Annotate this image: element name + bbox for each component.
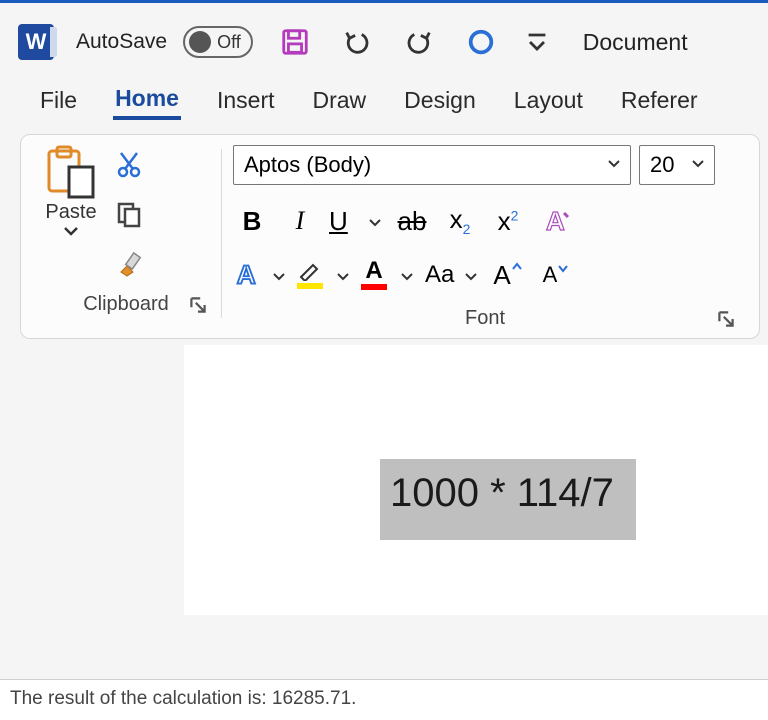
autosave-label: AutoSave bbox=[76, 30, 167, 54]
dialog-launcher-icon bbox=[715, 308, 737, 330]
italic-button[interactable]: I bbox=[281, 203, 319, 239]
font-name-combo[interactable]: Aptos (Body) bbox=[233, 145, 631, 185]
undo-button[interactable] bbox=[337, 22, 377, 62]
tab-draw[interactable]: Draw bbox=[311, 83, 369, 118]
svg-text:A: A bbox=[546, 206, 565, 236]
underline-icon: U bbox=[329, 206, 348, 237]
shrink-font-icon: A bbox=[543, 262, 570, 288]
strikethrough-button[interactable]: ab bbox=[393, 203, 431, 239]
outline-a-icon: A bbox=[233, 260, 263, 290]
shrink-font-button[interactable]: A bbox=[537, 257, 575, 293]
grow-font-button[interactable]: A bbox=[489, 257, 527, 293]
bold-icon: B bbox=[243, 206, 262, 237]
ribbon: Paste bbox=[20, 134, 760, 339]
outline-text-button[interactable]: A bbox=[233, 257, 287, 293]
save-button[interactable] bbox=[275, 22, 315, 62]
change-case-icon: Aa bbox=[425, 261, 454, 289]
paste-button[interactable] bbox=[43, 145, 99, 199]
font-color-button[interactable]: A bbox=[361, 257, 415, 293]
undo-icon bbox=[342, 27, 372, 57]
word-app-initial: W bbox=[26, 29, 47, 55]
tab-file[interactable]: File bbox=[38, 83, 79, 118]
chevron-down-bar-icon bbox=[523, 27, 551, 57]
chevron-down-icon bbox=[62, 224, 80, 238]
word-app-icon: W bbox=[18, 24, 54, 60]
font-launcher[interactable] bbox=[715, 308, 737, 330]
underline-button[interactable]: U bbox=[329, 203, 383, 239]
dialog-launcher-icon bbox=[187, 294, 209, 316]
chevron-down-icon bbox=[271, 260, 287, 291]
tab-home[interactable]: Home bbox=[113, 81, 181, 120]
tab-design[interactable]: Design bbox=[402, 83, 478, 118]
change-case-button[interactable]: Aa bbox=[425, 257, 479, 293]
chevron-down-icon bbox=[399, 260, 415, 291]
clipboard-paste-icon bbox=[43, 145, 99, 199]
superscript-button[interactable]: x2 bbox=[489, 203, 527, 239]
autosave-toggle[interactable]: Off bbox=[183, 26, 253, 58]
coach-button[interactable] bbox=[461, 22, 501, 62]
chevron-down-icon bbox=[335, 260, 351, 291]
bold-button[interactable]: B bbox=[233, 203, 271, 239]
grow-font-icon: A bbox=[493, 260, 522, 291]
page-gutter bbox=[0, 345, 184, 615]
qat-customize-button[interactable] bbox=[523, 22, 551, 62]
redo-button[interactable] bbox=[399, 22, 439, 62]
tab-insert[interactable]: Insert bbox=[215, 83, 277, 118]
format-painter-button[interactable] bbox=[111, 249, 147, 279]
copy-icon bbox=[115, 200, 143, 228]
clipboard-group-label: Clipboard bbox=[83, 293, 169, 316]
chevron-down-icon bbox=[463, 260, 479, 291]
ribbon-tabs: File Home Insert Draw Design Layout Refe… bbox=[0, 81, 768, 134]
font-size-dropdown-icon bbox=[690, 151, 706, 177]
tab-layout[interactable]: Layout bbox=[512, 83, 585, 118]
strikethrough-icon: ab bbox=[398, 206, 427, 237]
font-name-dropdown-icon bbox=[606, 151, 622, 177]
superscript-icon: x2 bbox=[498, 206, 519, 237]
clipboard-launcher[interactable] bbox=[187, 294, 209, 316]
text-effects-button[interactable]: A bbox=[537, 203, 575, 239]
status-text: The result of the calculation is: 16285.… bbox=[10, 688, 356, 709]
tab-references[interactable]: Referer bbox=[619, 83, 700, 118]
group-font: Aptos (Body) 20 B I U ab x2 bbox=[221, 145, 749, 336]
status-bar: The result of the calculation is: 16285.… bbox=[0, 679, 768, 720]
autosave-state: Off bbox=[217, 32, 241, 53]
highlight-button[interactable] bbox=[297, 257, 351, 293]
document-area: 1000 * 114/7 bbox=[0, 345, 768, 615]
chevron-down-icon bbox=[367, 206, 383, 237]
paintbrush-icon bbox=[115, 250, 143, 278]
font-color-icon: A bbox=[361, 260, 387, 290]
paste-dropdown[interactable] bbox=[62, 224, 80, 243]
cut-button[interactable] bbox=[111, 149, 147, 179]
svg-text:A: A bbox=[237, 260, 256, 289]
selected-text[interactable]: 1000 * 114/7 bbox=[380, 459, 636, 540]
group-clipboard: Paste bbox=[31, 145, 221, 336]
redo-icon bbox=[404, 27, 434, 57]
highlight-icon bbox=[297, 261, 323, 289]
font-group-label: Font bbox=[465, 307, 505, 330]
document-page[interactable]: 1000 * 114/7 bbox=[184, 345, 768, 615]
titlebar: W AutoSave Off Document bbox=[0, 3, 768, 81]
scissors-icon bbox=[115, 150, 143, 178]
subscript-button[interactable]: x2 bbox=[441, 203, 479, 239]
circle-ring-icon bbox=[466, 27, 496, 57]
copy-button[interactable] bbox=[111, 199, 147, 229]
font-size-combo[interactable]: 20 bbox=[639, 145, 715, 185]
italic-icon: I bbox=[296, 206, 305, 236]
text-effects-icon: A bbox=[540, 205, 572, 237]
font-size-value: 20 bbox=[650, 152, 674, 178]
toggle-knob-icon bbox=[189, 31, 211, 53]
paste-label: Paste bbox=[45, 201, 96, 224]
document-title: Document bbox=[583, 29, 688, 56]
save-icon bbox=[280, 27, 310, 57]
subscript-icon: x2 bbox=[450, 204, 471, 237]
font-name-value: Aptos (Body) bbox=[244, 152, 371, 178]
